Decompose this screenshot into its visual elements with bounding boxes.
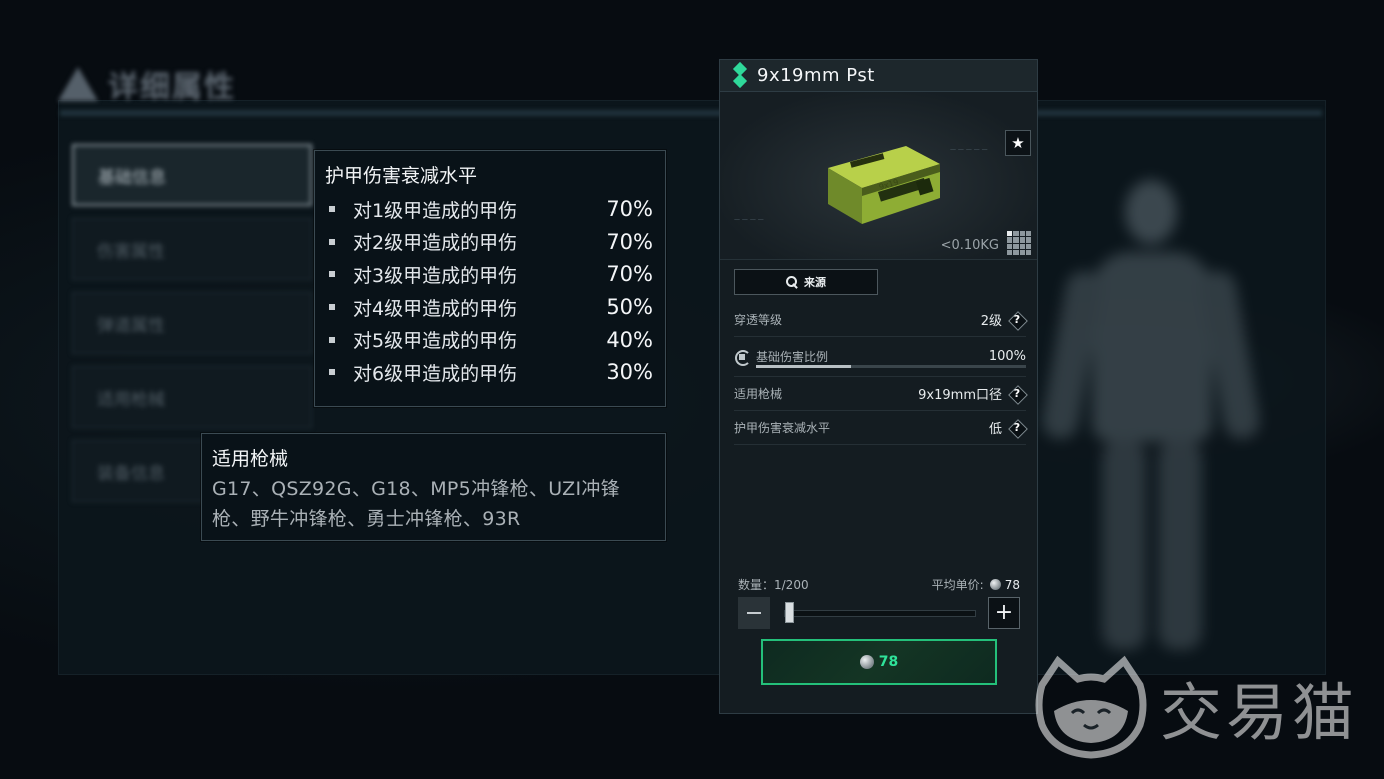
armor-damage-tooltip: 护甲伤害衰减水平 对1级甲造成的甲伤 70% 对2级甲造成的甲伤 70% 对3级… — [314, 150, 666, 407]
damage-icon — [734, 349, 751, 366]
bullet-icon — [329, 336, 335, 343]
background-menu-item[interactable]: 基础信息 — [72, 144, 312, 206]
armor-damage-row: 对3级甲造成的甲伤 70% — [325, 258, 655, 291]
stat-value: 2级 — [980, 314, 1002, 329]
watermark-text: 交易猫 — [1160, 676, 1359, 749]
tooltip-title: 护甲伤害衰减水平 — [325, 165, 478, 187]
compatible-guns-text: G17、QSZ92G、G18、MP5冲锋枪、UZI冲锋枪、野牛冲锋枪、勇士冲锋枪… — [212, 478, 620, 530]
background-header: 详细属性 — [58, 62, 318, 106]
coin-icon — [989, 579, 1001, 590]
armor-row-label: 对1级甲造成的甲伤 — [353, 199, 518, 222]
ammo-box-icon: 9x19 — [820, 132, 950, 232]
armor-damage-list: 对1级甲造成的甲伤 70% 对2级甲造成的甲伤 70% 对3级甲造成的甲伤 70… — [325, 193, 655, 389]
background-menu-item[interactable]: 适用枪械 — [72, 366, 312, 428]
item-header: 9x19mm Pst — [720, 60, 1037, 92]
compatible-guns-tooltip: 适用枪械 G17、QSZ92G、G18、MP5冲锋枪、UZI冲锋枪、野牛冲锋枪、… — [201, 433, 666, 541]
star-icon: ★ — [1011, 134, 1025, 152]
quantity-row: 数量：1/200 平均单价: 78 — [738, 576, 1020, 593]
bullet-icon — [329, 369, 335, 376]
armor-row-value: 30% — [606, 360, 653, 385]
stat-row-penetration: 穿透等级 2级 ? — [734, 303, 1026, 337]
watermark: 交易猫 — [1032, 655, 1362, 759]
cat-logo-icon — [1035, 655, 1147, 759]
armor-row-value: 50% — [606, 295, 653, 320]
armor-row-label: 对6级甲造成的甲伤 — [353, 362, 518, 385]
bullet-icon — [329, 304, 335, 311]
plus-icon: + — [994, 600, 1014, 625]
unit-price-label: 平均单价: — [931, 578, 984, 592]
stat-label: 基础伤害比例 — [756, 350, 829, 364]
minus-icon — [747, 612, 761, 614]
background-menu-item[interactable]: 伤害属性 — [72, 218, 312, 280]
armor-damage-row: 对2级甲造成的甲伤 70% — [325, 226, 655, 259]
help-icon[interactable]: ? — [1008, 419, 1026, 437]
background-divider — [60, 110, 1322, 116]
source-button-label: 来源 — [804, 276, 826, 289]
increase-button[interactable]: + — [988, 597, 1020, 629]
armor-row-label: 对3级甲造成的甲伤 — [353, 264, 518, 287]
quantity-label: 数量：1/200 — [738, 578, 809, 592]
bullet-icon — [329, 271, 335, 278]
rarity-diamond-icon — [732, 61, 748, 88]
unit-price: 平均单价: 78 — [932, 576, 1020, 593]
armor-row-value: 70% — [606, 197, 653, 222]
armor-damage-row: 对4级甲造成的甲伤 50% — [325, 291, 655, 324]
item-image: ★ — — — — — — — — — 9x19 <0.10KG — [720, 92, 1037, 260]
armor-row-value: 40% — [606, 327, 653, 352]
coin-icon — [859, 655, 874, 669]
search-icon — [786, 276, 798, 288]
armor-damage-row: 对1级甲造成的甲伤 70% — [325, 193, 655, 226]
quantity-slider-track[interactable] — [784, 610, 976, 617]
source-button[interactable]: 来源 — [734, 269, 878, 295]
warning-triangle-icon — [58, 67, 98, 101]
damage-progress-fill — [756, 365, 851, 368]
quantity-stepper: + — [738, 597, 1020, 629]
inventory-grid-icon — [1007, 231, 1031, 255]
armor-damage-row: 对5级甲造成的甲伤 40% — [325, 323, 655, 356]
background-menu-item[interactable]: 弹道属性 — [72, 292, 312, 354]
unit-price-value: 78 — [1004, 578, 1020, 592]
stat-value: 9x19mm口径 — [918, 388, 1002, 403]
stat-row-compatible-guns: 适用枪械 9x19mm口径 ? — [734, 377, 1026, 411]
character-figure — [1039, 160, 1263, 660]
armor-damage-row: 对6级甲造成的甲伤 30% — [325, 356, 655, 389]
help-icon[interactable]: ? — [1008, 311, 1026, 329]
buy-price: 78 — [878, 654, 899, 670]
favorite-button[interactable]: ★ — [1005, 130, 1031, 156]
armor-row-value: 70% — [606, 229, 653, 254]
armor-row-label: 对2级甲造成的甲伤 — [353, 232, 518, 255]
decrease-button[interactable] — [738, 597, 770, 629]
armor-row-label: 对4级甲造成的甲伤 — [353, 297, 518, 320]
stat-value: 低 — [988, 422, 1002, 437]
stat-row-armor-damage: 护甲伤害衰减水平 低 ? — [734, 411, 1026, 445]
stat-label: 护甲伤害衰减水平 — [734, 421, 831, 435]
item-stats: 穿透等级 2级 ? 基础伤害比例 100% 适用枪械 9x19mm口径 ? 护甲… — [734, 303, 1026, 445]
stat-row-base-damage: 基础伤害比例 100% — [734, 337, 1026, 377]
quantity-slider-handle[interactable] — [784, 602, 794, 623]
help-icon[interactable]: ? — [1008, 385, 1026, 403]
damage-progress-bar — [756, 365, 1026, 368]
buy-button[interactable]: 78 — [761, 639, 997, 685]
stat-label: 适用枪械 — [734, 387, 783, 401]
background-title: 详细属性 — [108, 70, 236, 105]
bullet-icon — [329, 238, 335, 245]
armor-row-value: 70% — [606, 262, 653, 287]
stat-label: 穿透等级 — [734, 313, 783, 327]
armor-row-label: 对5级甲造成的甲伤 — [353, 330, 518, 353]
item-weight: <0.10KG — [940, 238, 999, 253]
tooltip-title: 适用枪械 — [212, 448, 289, 470]
item-detail-card: 9x19mm Pst ★ — — — — — — — — — 9x19 <0.1… — [719, 59, 1038, 714]
stat-value: 100% — [988, 349, 1026, 364]
item-name: 9x19mm Pst — [757, 65, 875, 86]
bullet-icon — [329, 206, 335, 213]
